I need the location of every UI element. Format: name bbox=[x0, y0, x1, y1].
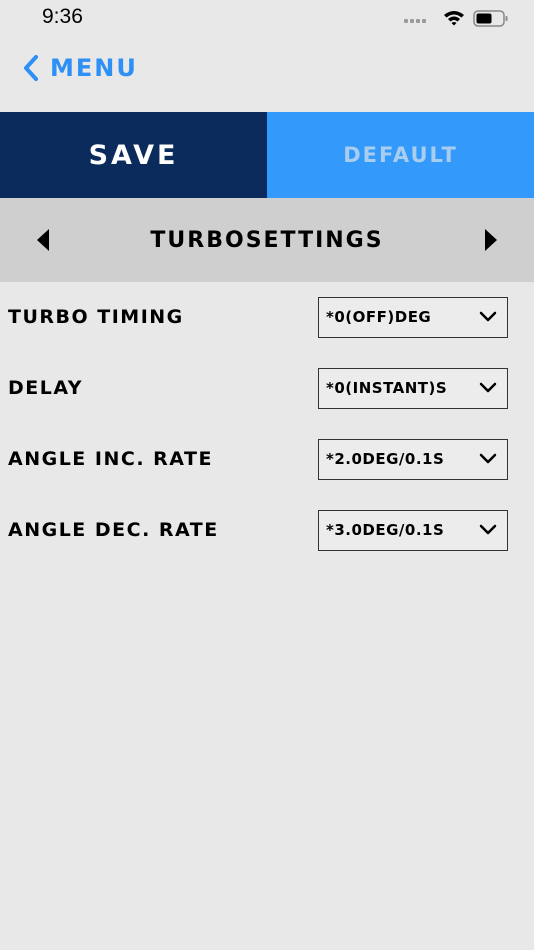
triangle-right-icon[interactable] bbox=[480, 228, 504, 252]
chevron-down-icon bbox=[479, 382, 497, 393]
dropdown-value: *3.0DEG/0.1S bbox=[326, 521, 445, 539]
chevron-down-icon bbox=[479, 524, 497, 535]
setting-label: DELAY bbox=[8, 377, 84, 399]
signal-icon bbox=[404, 19, 426, 23]
dropdown-value: *2.0DEG/0.1S bbox=[326, 450, 445, 468]
setting-row-angle-dec-rate: ANGLE DEC. RATE *3.0DEG/0.1S bbox=[0, 495, 534, 566]
setting-label: TURBO TIMING bbox=[8, 306, 184, 328]
status-icons bbox=[404, 10, 508, 27]
angle-dec-rate-dropdown[interactable]: *3.0DEG/0.1S bbox=[318, 510, 508, 551]
dropdown-value: *0(INSTANT)S bbox=[326, 379, 448, 397]
status-bar: 9:36 bbox=[0, 0, 534, 36]
setting-row-turbo-timing: TURBO TIMING *0(OFF)DEG bbox=[0, 282, 534, 353]
chevron-down-icon bbox=[479, 311, 497, 322]
dropdown-value: *0(OFF)DEG bbox=[326, 308, 432, 326]
section-title: TURBOSETTINGS bbox=[150, 227, 384, 253]
wifi-icon bbox=[444, 11, 464, 26]
battery-icon bbox=[473, 10, 508, 27]
action-bar: SAVE DEFAULT bbox=[0, 112, 534, 198]
setting-row-angle-inc-rate: ANGLE INC. RATE *2.0DEG/0.1S bbox=[0, 424, 534, 495]
angle-inc-rate-dropdown[interactable]: *2.0DEG/0.1S bbox=[318, 439, 508, 480]
triangle-left-icon[interactable] bbox=[32, 228, 56, 252]
save-button[interactable]: SAVE bbox=[0, 112, 267, 198]
turbo-timing-dropdown[interactable]: *0(OFF)DEG bbox=[318, 297, 508, 338]
settings-list: TURBO TIMING *0(OFF)DEG DELAY *0(INSTANT… bbox=[0, 282, 534, 566]
delay-dropdown[interactable]: *0(INSTANT)S bbox=[318, 368, 508, 409]
setting-row-delay: DELAY *0(INSTANT)S bbox=[0, 353, 534, 424]
status-time: 9:36 bbox=[42, 5, 83, 28]
default-button[interactable]: DEFAULT bbox=[267, 112, 534, 198]
back-label: MENU bbox=[50, 54, 138, 82]
section-header: TURBOSETTINGS bbox=[0, 198, 534, 282]
chevron-left-icon bbox=[24, 55, 38, 81]
setting-label: ANGLE INC. RATE bbox=[8, 448, 213, 470]
setting-label: ANGLE DEC. RATE bbox=[8, 519, 219, 541]
chevron-down-icon bbox=[479, 453, 497, 464]
back-to-menu-button[interactable]: MENU bbox=[22, 54, 138, 82]
navigation-bar: MENU bbox=[0, 36, 534, 112]
